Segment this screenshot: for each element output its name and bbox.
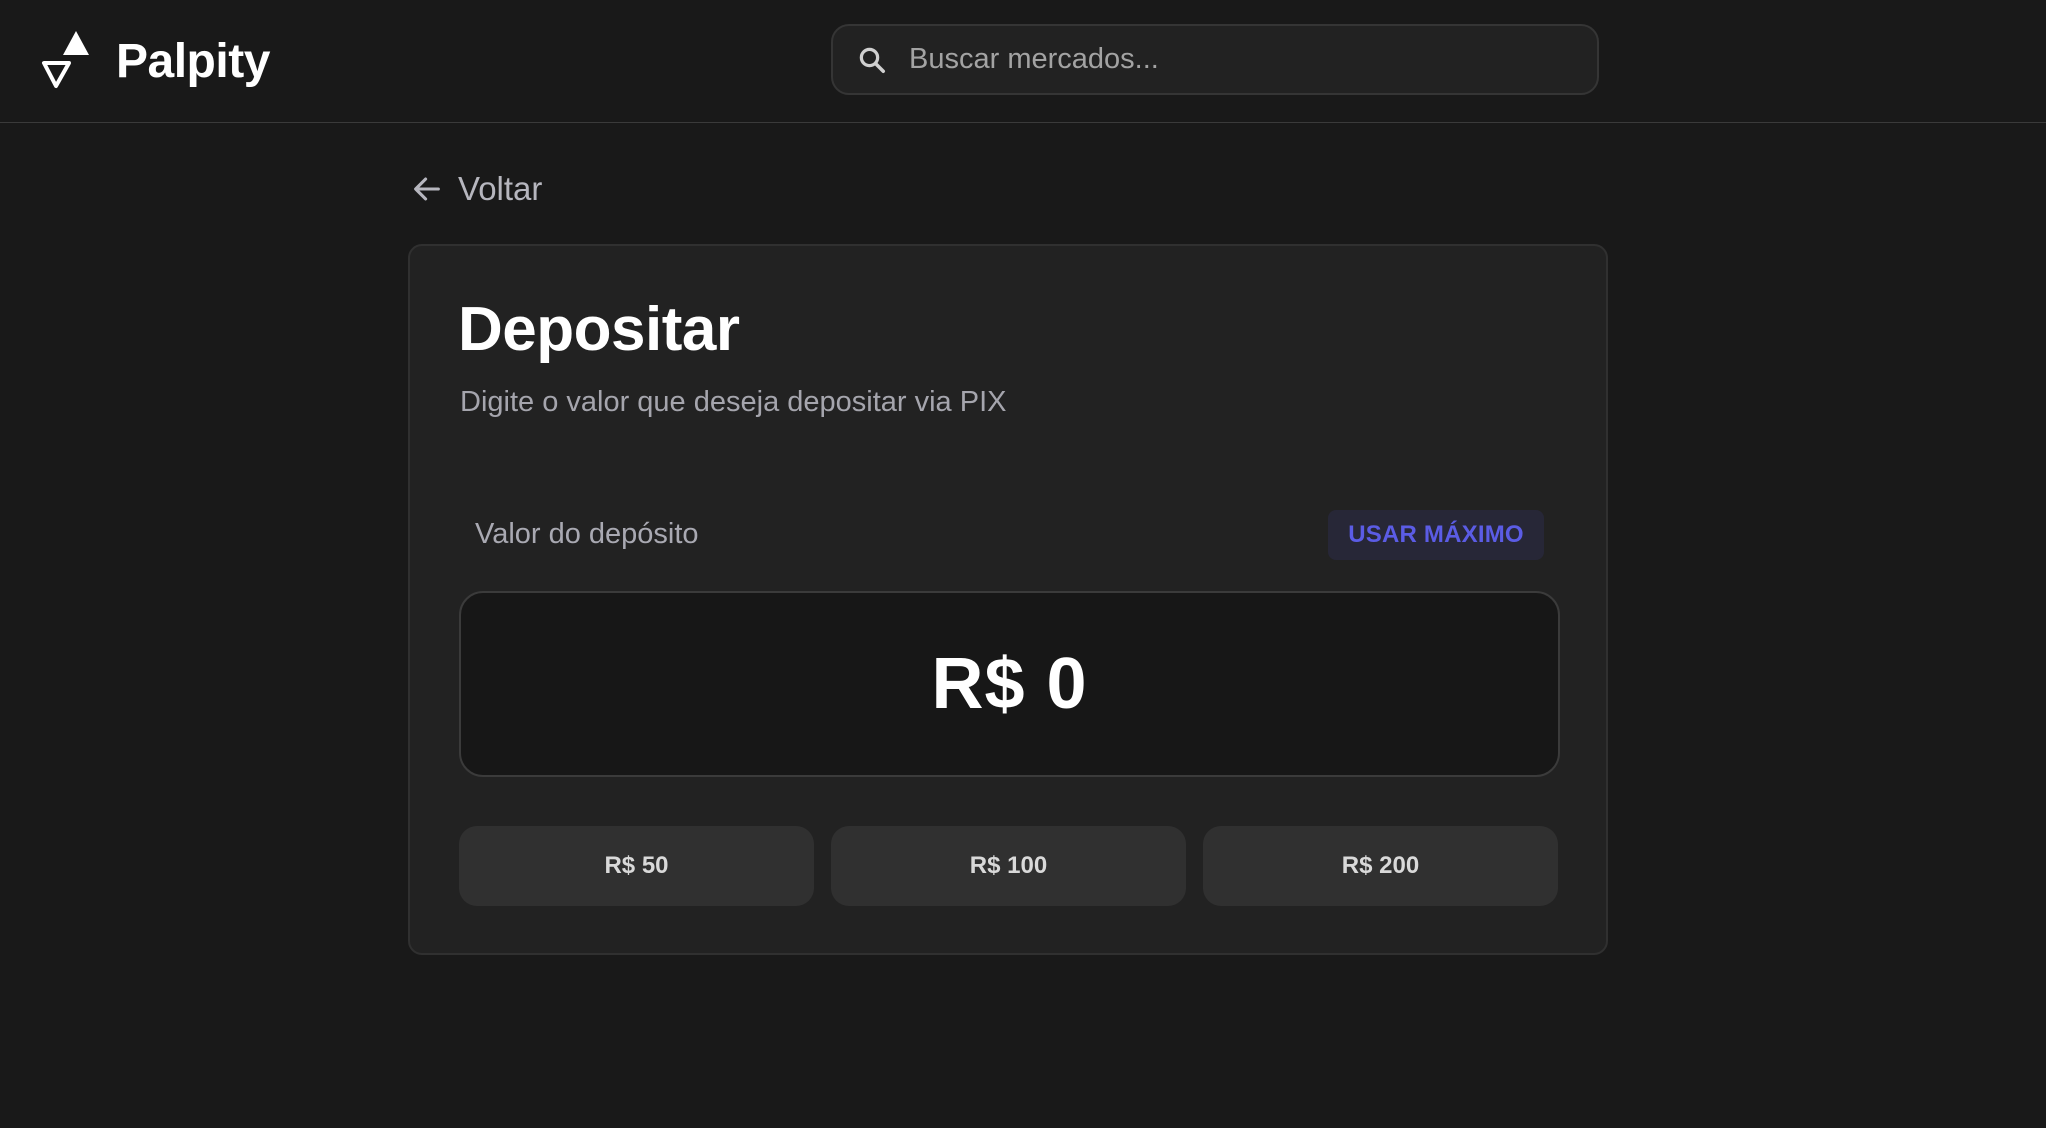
- page-subtitle: Digite o valor que deseja depositar via …: [460, 386, 1007, 418]
- brand-logo[interactable]: Palpity: [40, 28, 270, 94]
- deposit-card: Depositar Digite o valor que deseja depo…: [408, 244, 1608, 955]
- quick-amount-50-button[interactable]: R$ 50: [459, 826, 814, 906]
- arrow-left-icon: [414, 177, 440, 201]
- up-down-triangles-logo-icon: [42, 31, 89, 88]
- amount-label: Valor do depósito: [475, 518, 699, 550]
- brand-name: Palpity: [116, 34, 270, 88]
- search-bar[interactable]: [831, 24, 1599, 95]
- back-label: Voltar: [458, 170, 543, 207]
- back-link[interactable]: Voltar: [410, 164, 542, 214]
- search-input[interactable]: [909, 43, 1549, 76]
- amount-input[interactable]: R$ 0: [459, 591, 1560, 777]
- page-title: Depositar: [458, 295, 740, 364]
- top-header: Palpity: [0, 0, 2046, 123]
- quick-amount-100-button[interactable]: R$ 100: [831, 826, 1186, 906]
- search-icon: [859, 47, 885, 73]
- use-max-button[interactable]: USAR MÁXIMO: [1328, 510, 1544, 560]
- quick-amount-200-button[interactable]: R$ 200: [1203, 826, 1558, 906]
- amount-value: R$ 0: [931, 644, 1088, 724]
